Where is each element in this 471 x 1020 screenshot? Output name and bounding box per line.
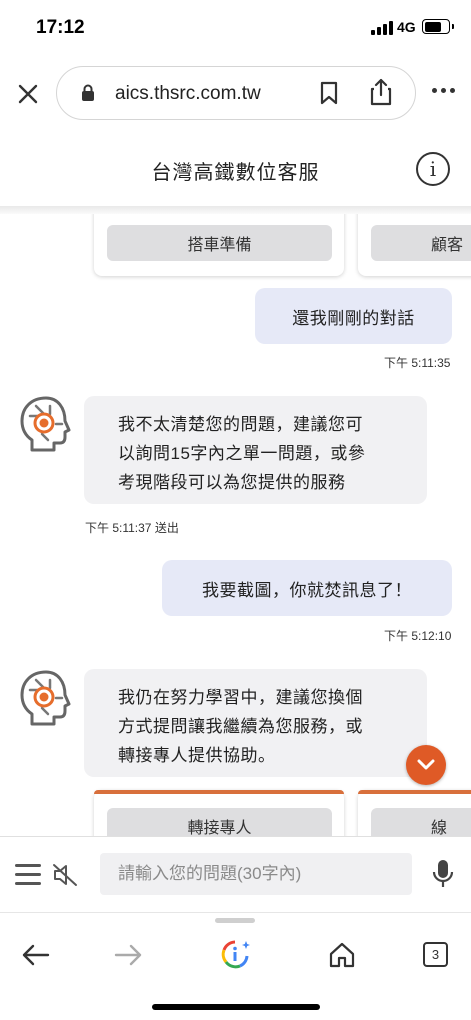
- bot-message-line: 我不太清楚您的問題，建議您可: [118, 415, 363, 434]
- google-assistant-icon[interactable]: [220, 939, 252, 971]
- service-card: 搭車準備: [94, 214, 344, 276]
- status-bar: 17:12 4G: [0, 0, 471, 56]
- bot-message-line: 我仍在努力學習中，建議您換個: [118, 688, 363, 707]
- scroll-down-button[interactable]: [406, 745, 446, 785]
- signal-icon: [371, 21, 393, 35]
- tabs-icon[interactable]: 3: [423, 942, 448, 967]
- close-icon: [18, 84, 38, 104]
- page-title: 台灣高鐵數位客服: [151, 162, 320, 184]
- bot-message: 我仍在努力學習中，建議您換個 方式提問讓我繼續為您服務，或 轉接專人提供協助。: [84, 669, 427, 777]
- lock-icon: [82, 84, 94, 101]
- chevron-down-icon: [417, 759, 435, 770]
- service-card-button[interactable]: 線: [371, 808, 471, 836]
- info-icon[interactable]: i: [416, 152, 450, 186]
- home-icon[interactable]: [328, 941, 356, 969]
- message-timestamp: 下午 5:11:35: [384, 356, 451, 370]
- bot-message-line: 轉接專人提供協助。: [118, 746, 276, 765]
- bot-avatar-icon: [20, 670, 71, 726]
- service-card: 線: [358, 790, 471, 836]
- chat-area[interactable]: 搭車準備 顧客 還我剛剛的對話 下午 5:11:35 我不太清楚您的問題，建議您…: [0, 214, 471, 836]
- customer-service-button[interactable]: 顧客: [371, 225, 471, 261]
- service-card: 顧客: [358, 214, 471, 276]
- page-header: 台灣高鐵數位客服 i: [0, 136, 471, 206]
- card-accent-bar: [358, 790, 471, 794]
- url-text: aics.thsrc.com.tw: [115, 83, 261, 104]
- more-icon[interactable]: [432, 88, 455, 93]
- battery-icon: [422, 19, 454, 34]
- boarding-prep-button[interactable]: 搭車準備: [107, 225, 332, 261]
- message-timestamp: 下午 5:11:37 送出: [85, 521, 179, 535]
- share-icon[interactable]: [369, 78, 393, 106]
- bot-message-line: 考現階段可以為您提供的服務: [118, 473, 346, 492]
- bot-message: 我不太清楚您的問題，建議您可 以詢問15字內之單一問題，或參 考現階段可以為您提…: [84, 396, 427, 504]
- drag-handle[interactable]: [215, 918, 255, 923]
- microphone-icon[interactable]: [432, 859, 454, 889]
- question-input[interactable]: [100, 853, 412, 895]
- bot-message-line: 方式提問讓我繼續為您服務，或: [118, 717, 363, 736]
- service-card: 轉接專人: [94, 790, 344, 836]
- home-indicator: [152, 1004, 320, 1010]
- bookmark-icon[interactable]: [319, 81, 339, 105]
- menu-icon[interactable]: [15, 864, 41, 891]
- close-browser-button[interactable]: [14, 80, 42, 108]
- bot-avatar-icon: [20, 396, 71, 452]
- network-type: 4G: [397, 19, 416, 35]
- bot-message-line: 以詢問15字內之單一問題，或參: [118, 444, 366, 463]
- input-bar: [0, 836, 471, 912]
- browser-bottom-nav: 3: [0, 912, 471, 1020]
- mute-icon[interactable]: [52, 863, 78, 887]
- url-bar[interactable]: aics.thsrc.com.tw: [56, 66, 416, 120]
- message-timestamp: 下午 5:12:10: [384, 629, 452, 643]
- status-time: 17:12: [36, 17, 85, 38]
- card-accent-bar: [94, 790, 344, 794]
- back-arrow-icon[interactable]: [20, 943, 50, 967]
- user-message: 我要截圖，你就焚訊息了！: [162, 560, 452, 616]
- transfer-agent-button[interactable]: 轉接專人: [107, 808, 332, 836]
- user-message: 還我剛剛的對話: [255, 288, 452, 344]
- forward-arrow-icon[interactable]: [114, 943, 144, 967]
